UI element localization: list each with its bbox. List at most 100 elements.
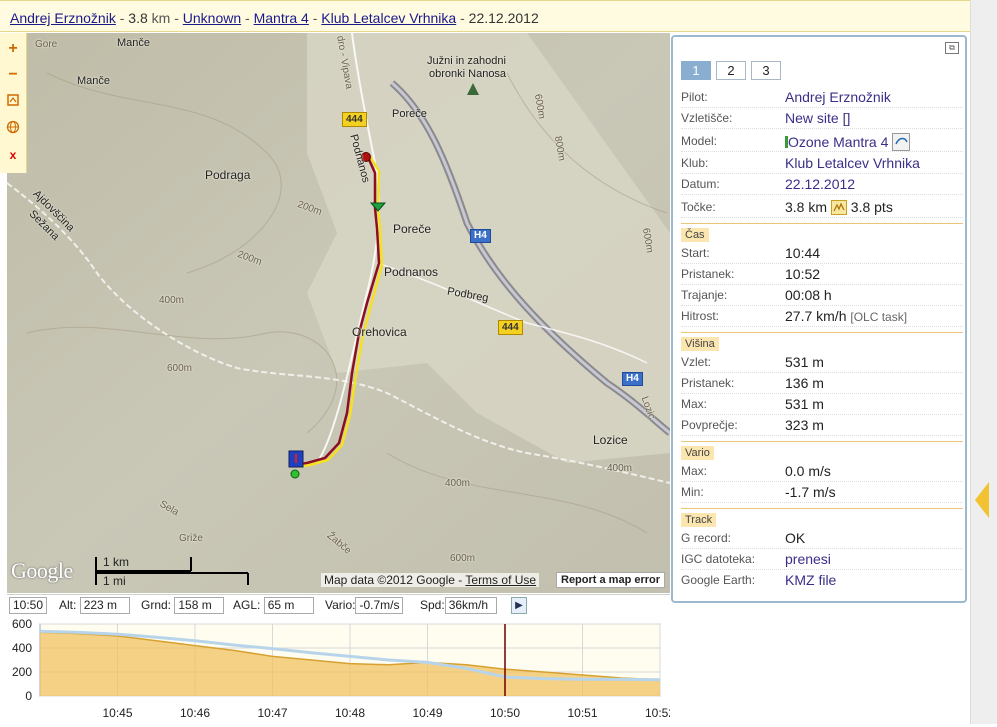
tab-3[interactable]: 3 (751, 61, 781, 80)
track-status-bar: 10:50 Alt: 223 m Grnd: 158 m AGL: 65 m V… (7, 594, 670, 617)
tab-2[interactable]: 2 (716, 61, 746, 80)
map-type-icon[interactable] (5, 93, 21, 109)
pilot-link[interactable]: Andrej Erznožnik (10, 10, 116, 26)
x-tick-label: 10:46 (180, 706, 210, 720)
map-toolbar: + − x (0, 33, 27, 173)
vario-field: -0.7m/s (355, 597, 404, 614)
glider-link[interactable]: Mantra 4 (254, 10, 309, 26)
expand-panel-arrow-icon[interactable] (975, 482, 989, 518)
section-track-label: Track (681, 513, 717, 527)
section-height: Višina (681, 332, 963, 353)
alt-field: 223 m (79, 597, 130, 614)
date-row: Datum: 22.12.2012 (681, 174, 963, 195)
altitude-chart-svg: 10:45 10:46 10:47 10:48 10:49 10:50 10:51 10:52… (12, 617, 675, 720)
map-label: Griže (179, 533, 203, 544)
landing-alt-label: Pristanek: (681, 376, 735, 390)
y-tick-label: 400 (12, 641, 32, 655)
play-button[interactable]: ▶ (511, 597, 527, 614)
separator: - (115, 10, 129, 26)
map-label: Manče (77, 75, 111, 87)
time-field: 10:50 (9, 597, 48, 614)
olc-task-note: [OLC task] (850, 310, 908, 324)
points-km: 3.8 km (785, 199, 828, 215)
x-tick-label: 10:47 (257, 706, 287, 720)
distance-value: 3.8 (128, 10, 148, 26)
separator: - (170, 10, 183, 26)
glider-icon[interactable] (892, 133, 911, 151)
google-earth-row: Google Earth: KMZ file (681, 570, 963, 590)
site-link[interactable]: Unknown (183, 10, 241, 26)
club-link[interactable]: Klub Letalcev Vrhnika (321, 10, 456, 26)
model-label: Model: (681, 134, 718, 148)
speed-field: 36km/h (444, 597, 497, 614)
points-pts: 3.8 pts (850, 199, 893, 215)
map-label: Podnanos (384, 265, 439, 279)
kmz-file-link[interactable]: KMZ file (785, 572, 836, 588)
y-tick-label: 600 (12, 617, 32, 631)
contour-label: 600m (167, 363, 193, 374)
map-label: Poreče (392, 108, 427, 120)
grecord-value: OK (785, 530, 806, 546)
close-map-button[interactable]: x (5, 147, 21, 163)
terrain-map[interactable]: Manče Manče Gore Južni in zahodni obronk… (7, 33, 670, 593)
altitude-chart[interactable]: 10:45 10:46 10:47 10:48 10:49 10:50 10:51 10:52… (0, 616, 675, 724)
map-label: Lozice (593, 433, 628, 447)
igc-download-link[interactable]: prenesi (785, 551, 831, 567)
panel-tabs: 123 (681, 61, 786, 80)
pilot-value[interactable]: Andrej Erznožnik (785, 89, 891, 105)
date-value[interactable]: 22.12.2012 (785, 176, 855, 192)
report-map-error-button[interactable]: Report a map error (556, 572, 666, 588)
section-time: Čas (681, 223, 963, 244)
restore-window-icon[interactable]: ⧉ (945, 42, 959, 54)
x-tick-label: 10:52 (645, 706, 670, 720)
olc-icon[interactable] (830, 200, 847, 215)
zoom-in-button[interactable]: + (5, 41, 21, 57)
x-tick-label: 10:50 (490, 706, 520, 720)
pilot-label: Pilot: (681, 90, 708, 104)
model-name[interactable]: Ozone Mantra 4 (788, 134, 888, 150)
max-alt-label: Max: (681, 397, 708, 411)
club-row: Klub: Klub Letalcev Vrhnika (681, 153, 963, 174)
vario-min-value: -1.7 m/s (785, 484, 836, 500)
separator: - (241, 10, 254, 26)
landing-label: Pristanek: (681, 267, 735, 281)
map-label: Gore (35, 39, 58, 50)
globe-icon[interactable] (5, 120, 21, 136)
section-vario-label: Vario (681, 446, 714, 460)
vario-max-label: Max: (681, 464, 708, 478)
club-value[interactable]: Klub Letalcev Vrhnika (785, 155, 920, 171)
map-label: Manče (117, 37, 151, 49)
duration-value: 00:08 h (785, 287, 832, 303)
site-value[interactable]: New site [] (785, 110, 850, 126)
grecord-row: G record: OK (681, 528, 963, 549)
duration-label: Trajanje: (681, 288, 728, 302)
flight-info-panel: ⧉ 123 Pilot: Andrej Erznožnik Vzletišče: N… (671, 35, 967, 603)
grnd-field: 158 m (174, 597, 225, 614)
max-alt-value: 531 m (785, 396, 824, 412)
tab-1[interactable]: 1 (681, 61, 711, 80)
x-tick-label: 10:51 (567, 706, 597, 720)
distance-unit: km (147, 10, 171, 26)
takeoff-alt-label: Vzlet: (681, 355, 712, 369)
flight-date: 22.12.2012 (468, 10, 539, 26)
landing-row: Pristanek: 10:52 (681, 264, 963, 285)
agl-field: 65 m (263, 597, 314, 614)
side-gutter (970, 0, 997, 724)
points-label: Točke: (681, 200, 716, 214)
section-track: Track (681, 508, 963, 529)
avg-alt-label: Povprečje: (681, 418, 738, 432)
zoom-out-button[interactable]: − (5, 67, 21, 83)
points-row: Točke: 3.8 km 3.8 pts (681, 197, 963, 218)
road-shield: 444 (342, 112, 367, 127)
y-tick-label: 0 (25, 689, 32, 703)
section-vario: Vario (681, 441, 963, 462)
google-logo[interactable]: Google (11, 558, 73, 584)
terms-of-use-link[interactable]: Terms of Use (465, 573, 536, 587)
separator: - (456, 10, 469, 26)
map-label: Podraga (205, 168, 251, 182)
vario-label: Vario: (325, 598, 356, 612)
duration-row: Trajanje: 00:08 h (681, 285, 963, 306)
map-label: obronki Nanosa (429, 68, 507, 80)
contour-label: 400m (445, 478, 471, 489)
vario-max-row: Max: 0.0 m/s (681, 461, 963, 482)
